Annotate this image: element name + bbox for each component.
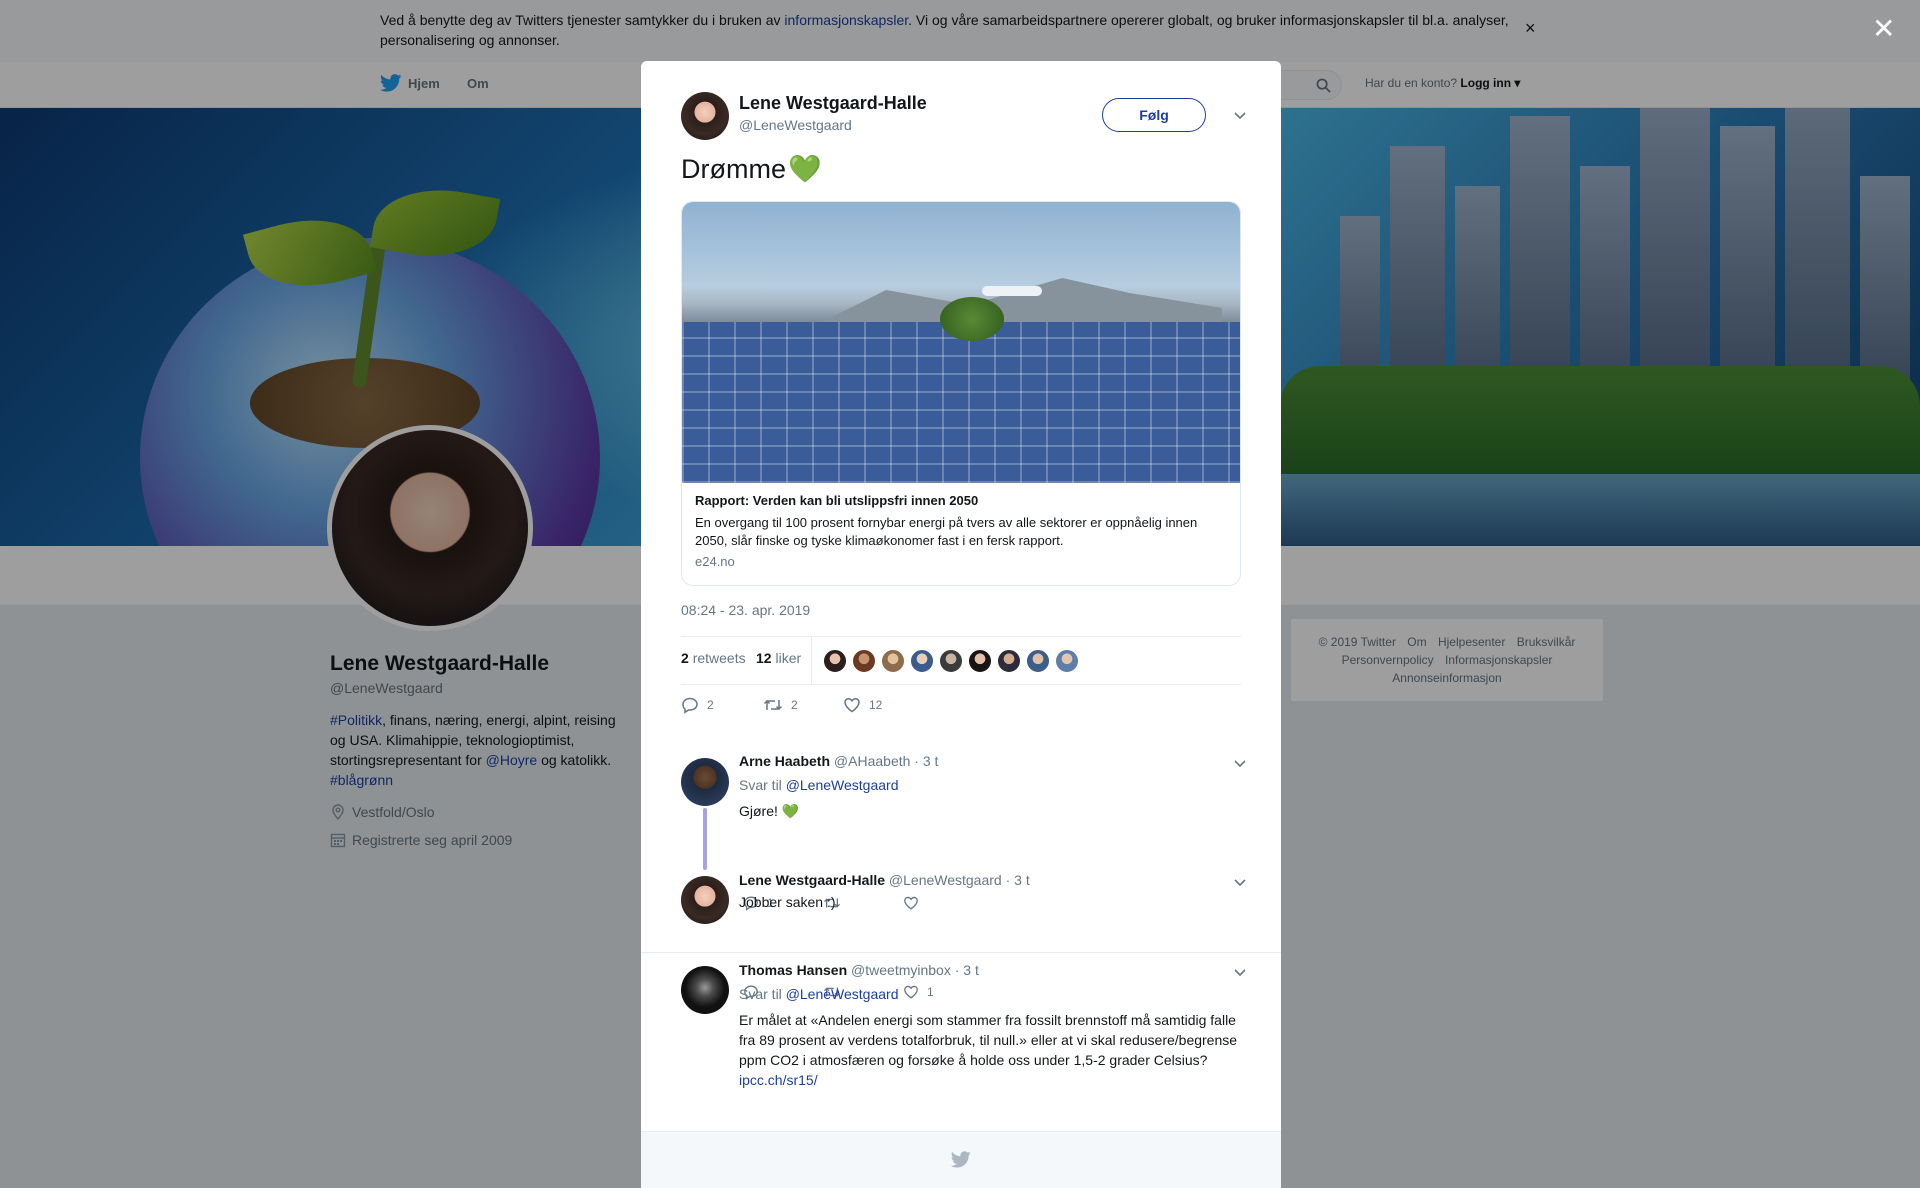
- chevron-down-icon[interactable]: [1232, 755, 1248, 771]
- tweet-text-body: Drømme: [681, 153, 786, 184]
- liker-avatar[interactable]: [968, 649, 992, 673]
- retweets-count: 2: [681, 650, 689, 666]
- reply-to-line: Svar til @LeneWestgaard: [739, 777, 899, 793]
- reply-avatar[interactable]: [681, 758, 729, 806]
- reply-author-handle[interactable]: @AHaabeth: [834, 753, 910, 769]
- likes-stat[interactable]: 12 liker: [756, 650, 801, 666]
- reply-time[interactable]: · 3 t: [914, 753, 938, 769]
- stats-divider: [811, 637, 812, 684]
- reply-link[interactable]: ipcc.ch/sr15/: [739, 1072, 818, 1088]
- tweet-timestamp[interactable]: 08:24 - 23. apr. 2019: [681, 602, 810, 618]
- reply-header: Lene Westgaard-Halle @LeneWestgaard · 3 …: [739, 872, 1030, 888]
- reply-to-label: Svar til: [739, 777, 782, 793]
- retweets-label: retweets: [692, 650, 746, 666]
- reply-text: Gjøre! 💚: [739, 801, 799, 821]
- reply-to-label: Svar til: [739, 986, 782, 1002]
- liker-avatar[interactable]: [823, 649, 847, 673]
- reply-avatar[interactable]: [681, 966, 729, 1014]
- liker-avatar[interactable]: [910, 649, 934, 673]
- retweet-button[interactable]: 2: [763, 696, 843, 714]
- reply-author-name[interactable]: Lene Westgaard-Halle: [739, 872, 885, 888]
- likes-count: 12: [756, 650, 772, 666]
- retweet-count: 2: [791, 698, 798, 712]
- heart-icon: [844, 697, 860, 713]
- reply-author-name[interactable]: Arne Haabeth: [739, 753, 830, 769]
- retweets-stat[interactable]: 2 retweets: [681, 650, 746, 666]
- tweet-author-name[interactable]: Lene Westgaard-Halle: [739, 93, 927, 114]
- like-count: 12: [869, 698, 883, 712]
- liker-avatar[interactable]: [939, 649, 963, 673]
- reply-time[interactable]: · 3 t: [1006, 872, 1030, 888]
- reply-author-handle[interactable]: @LeneWestgaard: [889, 872, 1002, 888]
- reply-time[interactable]: · 3 t: [955, 962, 979, 978]
- reply-avatar[interactable]: [681, 876, 729, 924]
- like-button[interactable]: [903, 895, 927, 911]
- reply-to-line: Svar til @LeneWestgaard: [739, 986, 899, 1002]
- modal-footer: [641, 1131, 1281, 1188]
- reply-divider: [641, 952, 1281, 953]
- follow-button[interactable]: Følg: [1102, 98, 1206, 132]
- reply-text: Jobber saken :): [739, 894, 836, 910]
- chevron-down-icon[interactable]: [1232, 964, 1248, 980]
- reply-icon: [682, 697, 698, 714]
- card-description: En overgang til 100 prosent fornybar ene…: [695, 515, 1198, 548]
- thread-connector: [703, 808, 707, 870]
- reply-to-mention[interactable]: @LeneWestgaard: [786, 777, 899, 793]
- reply-author-handle[interactable]: @tweetmyinbox: [851, 962, 951, 978]
- tweet-author-handle[interactable]: @LeneWestgaard: [739, 117, 852, 133]
- reply-header: Thomas Hansen @tweetmyinbox · 3 t: [739, 962, 979, 978]
- author-avatar[interactable]: [681, 92, 729, 140]
- reply-button[interactable]: 2: [681, 696, 763, 714]
- tweet-modal: Lene Westgaard-Halle @LeneWestgaard Følg…: [641, 61, 1281, 1188]
- reply-header: Arne Haabeth @AHaabeth · 3 t: [739, 753, 938, 769]
- heart-icon: [904, 896, 918, 910]
- reply-author-name[interactable]: Thomas Hansen: [739, 962, 847, 978]
- like-button[interactable]: 12: [843, 696, 882, 714]
- card-title: Rapport: Verden kan bli utslippsfri inne…: [695, 493, 979, 508]
- green-heart-icon: 💚: [787, 154, 822, 184]
- reply-text-body: Gjøre!: [739, 803, 778, 819]
- liker-avatar[interactable]: [1026, 649, 1050, 673]
- liker-avatar[interactable]: [881, 649, 905, 673]
- card-image: [682, 202, 1240, 483]
- likes-label: liker: [775, 650, 802, 666]
- like-button[interactable]: 1: [903, 984, 934, 1000]
- chevron-down-icon[interactable]: [1232, 107, 1248, 123]
- chevron-down-icon[interactable]: [1232, 874, 1248, 890]
- tweet-actions: 2 2 12: [681, 696, 882, 714]
- tweet-text: Drømme 💚: [681, 153, 822, 185]
- heart-icon: [904, 985, 918, 999]
- like-count: 1: [927, 985, 934, 999]
- retweet-icon: [763, 699, 783, 711]
- green-heart-icon: 💚: [781, 803, 800, 819]
- link-preview-card[interactable]: Rapport: Verden kan bli utslippsfri inne…: [681, 201, 1241, 586]
- liker-avatar[interactable]: [852, 649, 876, 673]
- card-source: e24.no: [695, 554, 735, 569]
- twitter-bird-icon: [951, 1151, 971, 1168]
- reply-to-mention[interactable]: @LeneWestgaard: [786, 986, 899, 1002]
- reply-text-body: Er målet at «Andelen energi som stammer …: [739, 1012, 1238, 1068]
- reply-count: 2: [707, 698, 714, 712]
- close-modal-button[interactable]: ✕: [1872, 12, 1895, 45]
- liker-avatar[interactable]: [997, 649, 1021, 673]
- liker-avatar[interactable]: [1055, 649, 1079, 673]
- reply-text: Er målet at «Andelen energi som stammer …: [739, 1010, 1249, 1090]
- tweet-stats: 2 retweets 12 liker: [681, 636, 1241, 685]
